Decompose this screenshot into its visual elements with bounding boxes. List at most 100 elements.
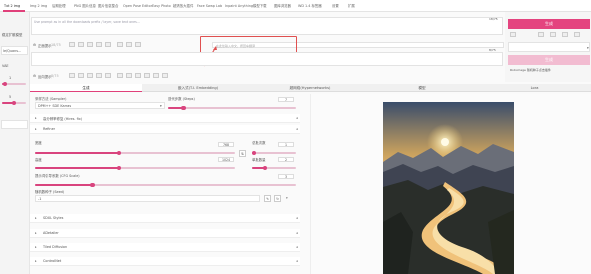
sampler-select[interactable]: DPM++ SDE Karras ▾ xyxy=(35,102,165,109)
toolbar2-btn-8[interactable] xyxy=(135,73,141,78)
tab-info-merge[interactable]: 图片信息整合 xyxy=(98,3,118,9)
toolbar-btn-3[interactable] xyxy=(87,42,93,47)
toolbar-btn-1[interactable] xyxy=(69,42,75,47)
toolbar2-btn-11[interactable] xyxy=(162,73,168,78)
adetailer-expand-icon[interactable]: ▸ xyxy=(35,231,37,235)
refiner-section[interactable]: ▸ Refiner ◂ xyxy=(30,125,300,134)
tab-extras[interactable]: 后期处理 xyxy=(52,3,66,9)
adetailer-collapse-icon[interactable]: ◂ xyxy=(296,231,298,235)
height-slider-knob[interactable] xyxy=(116,165,122,170)
cfg-label: 提示词引导系数 (CFG Scale) xyxy=(35,174,80,178)
hires-fix-section[interactable]: ▸ 高分辨率修复 (Hires. fix) ◂ xyxy=(30,114,300,123)
controlnet-expand-icon[interactable]: ▸ xyxy=(35,259,37,263)
tab-txt2img[interactable]: Txt 2 img xyxy=(4,3,20,9)
reuse-seed-icon[interactable]: ↻ xyxy=(274,195,281,202)
batch-size-input[interactable]: 2 xyxy=(278,157,294,162)
toolbar2-btn-1[interactable] xyxy=(69,73,75,78)
toolbar2-btn-4[interactable] xyxy=(96,73,102,78)
width-input[interactable]: 768 xyxy=(218,142,234,147)
toolbar-btn-7[interactable] xyxy=(126,42,132,47)
styles-select[interactable]: ▾ xyxy=(508,42,590,52)
right-btn-4[interactable] xyxy=(562,32,568,37)
apply-style-button[interactable]: 生成 xyxy=(508,55,590,65)
controlnet-collapse-icon[interactable]: ◂ xyxy=(296,259,298,263)
toolbar2-btn-5[interactable] xyxy=(105,73,111,78)
batch-count-slider[interactable] xyxy=(252,150,296,155)
seed-extra-checkbox-icon[interactable]: ▾ xyxy=(286,196,288,200)
height-slider[interactable] xyxy=(35,165,235,170)
tab-img2img[interactable]: Img 2 img xyxy=(30,3,47,9)
refiner-collapse-icon[interactable]: ◂ xyxy=(296,127,298,131)
negative-prompt-input[interactable] xyxy=(31,52,503,66)
toolbar-btn-2[interactable] xyxy=(78,42,84,47)
toolbar2-btn-10[interactable] xyxy=(153,73,159,78)
steps-input[interactable]: 7 xyxy=(278,97,294,102)
right-btn-2[interactable] xyxy=(538,32,544,37)
subtab-generation[interactable]: 生成 xyxy=(30,84,142,92)
toolbar2-btn-2[interactable] xyxy=(78,73,84,78)
batch-count-slider-knob[interactable] xyxy=(252,150,257,155)
batch-count-input[interactable]: 1 xyxy=(278,142,294,147)
generate-button[interactable]: 生成 xyxy=(508,19,590,29)
seed-input[interactable]: -1 xyxy=(35,195,260,202)
tab-settings[interactable]: 设置 xyxy=(332,3,339,9)
batch-size-slider[interactable] xyxy=(252,165,296,170)
right-btn-1[interactable] xyxy=(510,32,516,37)
right-btn-5[interactable] xyxy=(574,32,580,37)
tiled-collapse-icon[interactable]: ◂ xyxy=(296,245,298,249)
steps-slider-knob[interactable] xyxy=(181,105,186,110)
toolbar-gear-icon[interactable]: ⚙ xyxy=(33,43,36,47)
height-input[interactable]: 1024 xyxy=(218,157,234,162)
left-slider-2[interactable] xyxy=(2,100,26,105)
tab-open-pose-editor[interactable]: Open Pose Editor xyxy=(123,3,152,9)
toolbar-btn-5[interactable] xyxy=(105,42,111,47)
right-btn-3[interactable] xyxy=(550,32,556,37)
left-select-2[interactable] xyxy=(1,120,28,129)
subtab-embedding[interactable]: 嵌入式(T.I. Embedding) xyxy=(142,84,254,92)
random-seed-dice-icon[interactable]: ✎ xyxy=(264,195,271,202)
toolbar-btn-4[interactable] xyxy=(96,42,102,47)
tab-face-swap[interactable]: Face Swap Lab xyxy=(197,3,222,9)
tab-inpaint-anything[interactable]: Inpaint Anything xyxy=(225,3,253,9)
tab-wd-tagger[interactable]: WD 1.4 标签器 xyxy=(298,3,322,9)
toolbar2-gear-icon[interactable]: ⚙ xyxy=(33,74,36,78)
hires-collapse-icon[interactable]: ◂ xyxy=(296,116,298,120)
tiled-expand-icon[interactable]: ▸ xyxy=(35,245,37,249)
toolbar2-btn-6[interactable] xyxy=(117,73,123,78)
subtab-models[interactable]: 模型 xyxy=(366,84,478,92)
subtab-hypernetworks[interactable]: 超网络(Hypernetworks) xyxy=(254,84,366,92)
sdxl-collapse-icon[interactable]: ◂ xyxy=(296,216,298,220)
generated-image[interactable] xyxy=(383,102,514,274)
model-select[interactable]: le/Quans... xyxy=(1,46,28,55)
toolbar2-btn-9[interactable] xyxy=(144,73,150,78)
width-slider-knob[interactable] xyxy=(116,150,122,155)
cfg-slider-knob[interactable] xyxy=(90,182,95,187)
cfg-slider[interactable] xyxy=(35,182,296,187)
controlnet-section[interactable]: ▸ ControlNet ◂ xyxy=(30,257,300,266)
tab-extensions[interactable]: 扩展 xyxy=(348,3,355,9)
hires-checkbox[interactable]: ▸ xyxy=(35,116,37,120)
tiled-diffusion-section[interactable]: ▸ Tiled Diffusion ◂ xyxy=(30,243,300,252)
width-slider[interactable] xyxy=(35,150,235,155)
adetailer-section[interactable]: ▸ ADetailer ◂ xyxy=(30,229,300,238)
refiner-checkbox[interactable]: ▸ xyxy=(35,127,37,131)
sdxl-styles-section[interactable]: ▸ SDXL Styles ◂ xyxy=(30,214,300,223)
hires-label: 高分辨率修复 (Hires. fix) xyxy=(43,117,83,121)
subtab-lora[interactable]: Lora xyxy=(478,84,591,92)
sdxl-expand-icon[interactable]: ▸ xyxy=(35,216,37,220)
swap-dimensions-button[interactable]: ⇅ xyxy=(239,150,246,157)
batch-size-slider-knob[interactable] xyxy=(263,165,268,170)
tab-png-info[interactable]: PNG 图片信息 xyxy=(74,3,96,9)
tab-upscale[interactable]: 超清放大插件 xyxy=(173,3,193,9)
tab-model-download[interactable]: 模型下载 xyxy=(253,3,267,9)
steps-slider[interactable] xyxy=(168,105,296,110)
toolbar-btn-8[interactable] xyxy=(135,42,141,47)
toolbar-btn-6[interactable] xyxy=(117,42,123,47)
toolbar2-btn-3[interactable] xyxy=(87,73,93,78)
toolbar2-btn-7[interactable] xyxy=(126,73,132,78)
cfg-input[interactable]: 3 xyxy=(278,174,294,179)
left-slider-1[interactable] xyxy=(2,81,26,86)
tab-easy-photo[interactable]: Easy Photo xyxy=(152,3,171,9)
prompt-input[interactable]: Use prompt as in all the downloads prefi… xyxy=(31,17,503,35)
tab-gallery[interactable]: 图库浏览器 xyxy=(274,3,291,9)
